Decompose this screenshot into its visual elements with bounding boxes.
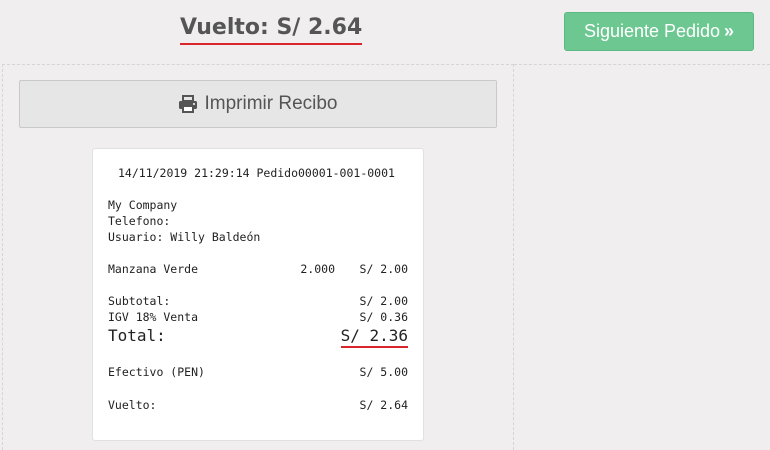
print-receipt-label: Imprimir Recibo: [204, 93, 338, 114]
next-order-label: Siguiente Pedido: [583, 21, 721, 41]
receipt-change-value: S/ 2.64: [359, 398, 408, 412]
receipt-item-price: S/ 2.00: [359, 262, 408, 276]
receipt-total-value: S/ 2.36: [340, 326, 408, 348]
receipt-item-qty: 2.000: [300, 262, 335, 276]
receipt-change-label: Vuelto:: [108, 398, 157, 412]
receipt-tax-label: IGV 18% Venta: [108, 310, 199, 324]
receipt-company: My Company: [108, 198, 178, 212]
right-pane: [514, 64, 770, 450]
receipt-subtotal-label: Subtotal:: [108, 294, 171, 308]
receipt-cash-value: S/ 5.00: [359, 365, 408, 379]
receipt-header-line: 14/11/2019 21:29:14 Pedido00001-001-0001: [118, 166, 395, 180]
printer-icon: [179, 95, 198, 113]
receipt-item-name: Manzana Verde: [108, 262, 199, 276]
next-order-button[interactable]: Siguiente Pedido »: [564, 12, 754, 51]
receipt-phone-label: Telefono:: [108, 214, 171, 228]
receipt-user: Usuario: Willy Baldeón: [108, 230, 261, 244]
receipt-cash-label: Efectivo (PEN): [108, 365, 205, 379]
print-receipt-button[interactable]: Imprimir Recibo: [19, 80, 497, 128]
change-amount-title: Vuelto: S/ 2.64: [180, 14, 363, 45]
receipt: 14/11/2019 21:29:14 Pedido00001-001-0001…: [92, 148, 424, 441]
receipt-total-label: Total:: [108, 326, 166, 345]
top-bar: Vuelto: S/ 2.64 Siguiente Pedido »: [0, 0, 770, 64]
double-chevron-right-icon: »: [724, 21, 735, 41]
receipt-tax-value: S/ 0.36: [359, 310, 408, 324]
receipt-subtotal-value: S/ 2.00: [359, 294, 408, 308]
